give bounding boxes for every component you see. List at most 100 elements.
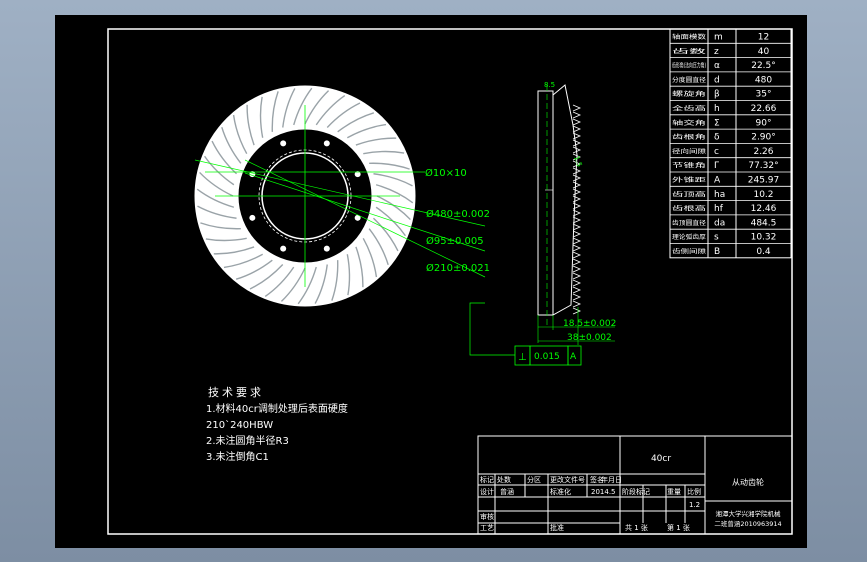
- dim-95: Ø95±0.005: [426, 235, 484, 247]
- param-symbol: B: [714, 247, 720, 257]
- bolt-hole: [280, 140, 287, 147]
- dim-top: 8.5: [544, 81, 555, 89]
- class-info: 二班曾涵2010963914: [714, 519, 781, 528]
- technical-requirements: 技术要求 1.材料40cr调制处理后表面硬度 210`240HBW 2.未注圆角…: [206, 386, 348, 463]
- hdr-change-doc: 更改文件号: [550, 475, 585, 484]
- param-value: 480: [755, 75, 772, 85]
- scale-label: 比例: [687, 487, 701, 496]
- date: 2014.5: [591, 488, 616, 496]
- param-value: 10.2: [753, 190, 773, 200]
- bolt-hole: [249, 214, 256, 221]
- param-symbol: m: [714, 33, 723, 43]
- param-value: 90°: [756, 118, 772, 128]
- stage-label: 阶段标记: [622, 487, 650, 496]
- section-tooth: [572, 244, 582, 252]
- param-value: 77.32°: [748, 161, 778, 171]
- drawing-canvas: Ø10×10 Ø480±0.002 Ø95±0.005 Ø210±0.021 8…: [107, 28, 793, 535]
- cad-viewport[interactable]: Ø10×10 Ø480±0.002 Ø95±0.005 Ø210±0.021 8…: [0, 0, 867, 562]
- dim-holes: Ø10×10: [425, 167, 467, 179]
- designer: 曾涵: [500, 487, 514, 496]
- param-name: 全齿高: [672, 105, 706, 113]
- param-symbol: Σ: [714, 118, 720, 128]
- approve-label: 批准: [550, 523, 564, 532]
- gear-section-view: 8.5 1.5 18.5±0.002 38±0.002 ⊥ 0.015 A: [469, 81, 616, 366]
- param-symbol: ha: [714, 190, 725, 200]
- param-value: 22.66: [751, 104, 777, 114]
- scale: 1.2: [689, 501, 700, 509]
- tech-req-line: 3.未注倒角C1: [206, 450, 269, 463]
- tech-req-title: 技术要求: [208, 386, 264, 399]
- dim-210: Ø210±0.021: [426, 262, 490, 274]
- bolt-hole: [280, 245, 287, 252]
- bolt-hole: [323, 140, 330, 147]
- param-value: 22.5°: [751, 61, 776, 71]
- param-name: 轴面模数: [672, 33, 706, 41]
- section-tooth: [572, 265, 582, 273]
- tolerance-leader: [469, 302, 515, 356]
- bolt-hole: [323, 245, 330, 252]
- designer-label: 设计: [480, 487, 494, 496]
- dim-185: 18.5±0.002: [563, 319, 616, 329]
- param-name: 齿形角(法向压力角): [672, 62, 706, 70]
- section-tooth: [572, 300, 582, 308]
- param-symbol: z: [714, 47, 719, 57]
- hdr-mark: 标记: [480, 475, 494, 484]
- section-tooth: [572, 111, 582, 119]
- param-value: 2.90°: [751, 133, 776, 143]
- school-name: 湘潭大学兴湘学院机械: [716, 509, 782, 518]
- param-value: 245.97: [748, 176, 780, 186]
- param-symbol: A: [714, 176, 721, 186]
- dim-angle: 1.5: [572, 155, 583, 168]
- param-value: 12.46: [751, 204, 777, 214]
- param-symbol: Γ: [714, 161, 719, 171]
- param-symbol: α: [714, 61, 720, 71]
- dim-38: 38±0.002: [567, 333, 612, 343]
- param-name: 齿顶高: [672, 190, 706, 198]
- param-name: 理论弧齿厚: [672, 233, 706, 241]
- param-value: 0.4: [756, 247, 771, 257]
- dim-480: Ø480±0.002: [426, 208, 490, 220]
- tech-req-line: 1.材料40cr调制处理后表面硬度: [206, 402, 348, 415]
- material: 40cr: [651, 454, 671, 464]
- section-tooth: [572, 237, 582, 245]
- param-value: 40: [758, 47, 770, 57]
- section-tooth: [572, 251, 582, 259]
- part-name: 从动齿轮: [732, 477, 764, 487]
- std-label: 标准化: [550, 487, 571, 496]
- param-name: 分度圆直径: [672, 76, 706, 84]
- param-symbol: δ: [714, 133, 720, 143]
- hdr-count: 处数: [497, 475, 511, 484]
- section-tooth: [572, 272, 582, 280]
- param-name: 螺旋角: [672, 90, 706, 98]
- param-name: 外锥距: [672, 176, 706, 184]
- hdr-zone: 分区: [527, 475, 541, 484]
- section-tooth: [572, 188, 582, 196]
- gear-front-view: Ø10×10 Ø480±0.002 Ø95±0.005 Ø210±0.021: [194, 85, 490, 307]
- review-label: 审核: [480, 512, 494, 521]
- section-tooth: [572, 104, 582, 112]
- param-value: 10.32: [751, 233, 777, 243]
- section-tooth: [572, 307, 582, 315]
- weight-label: 重量: [667, 488, 681, 496]
- tol-symbol: ⊥: [518, 352, 527, 363]
- param-value: 484.5: [751, 218, 777, 228]
- param-value: 35°: [756, 90, 772, 100]
- sheet-number: 第 1 张: [667, 523, 690, 532]
- param-symbol: h: [714, 104, 720, 114]
- tol-value: 0.015: [534, 352, 560, 362]
- section-tooth: [572, 279, 582, 287]
- param-name: 齿根角: [672, 133, 706, 141]
- section-tooth: [572, 293, 582, 301]
- section-tooth: [572, 174, 582, 182]
- tech-req-line: 2.未注圆角半径R3: [206, 434, 289, 447]
- param-symbol: hf: [714, 204, 724, 214]
- param-symbol: c: [714, 147, 719, 157]
- param-name: 齿根高: [672, 205, 706, 213]
- param-name: 轴交角: [672, 119, 706, 127]
- section-tooth: [572, 181, 582, 189]
- param-name: 齿数: [672, 47, 706, 55]
- parameter-table: 轴面模数 m 12 齿数 z 40 齿形角(法向压力角) α 22.5° 分度圆直径 d 480 螺旋角…: [669, 28, 792, 259]
- param-name: 齿顶圆直径: [672, 219, 706, 227]
- param-name: 径向间隙: [672, 147, 706, 155]
- param-symbol: da: [714, 218, 725, 228]
